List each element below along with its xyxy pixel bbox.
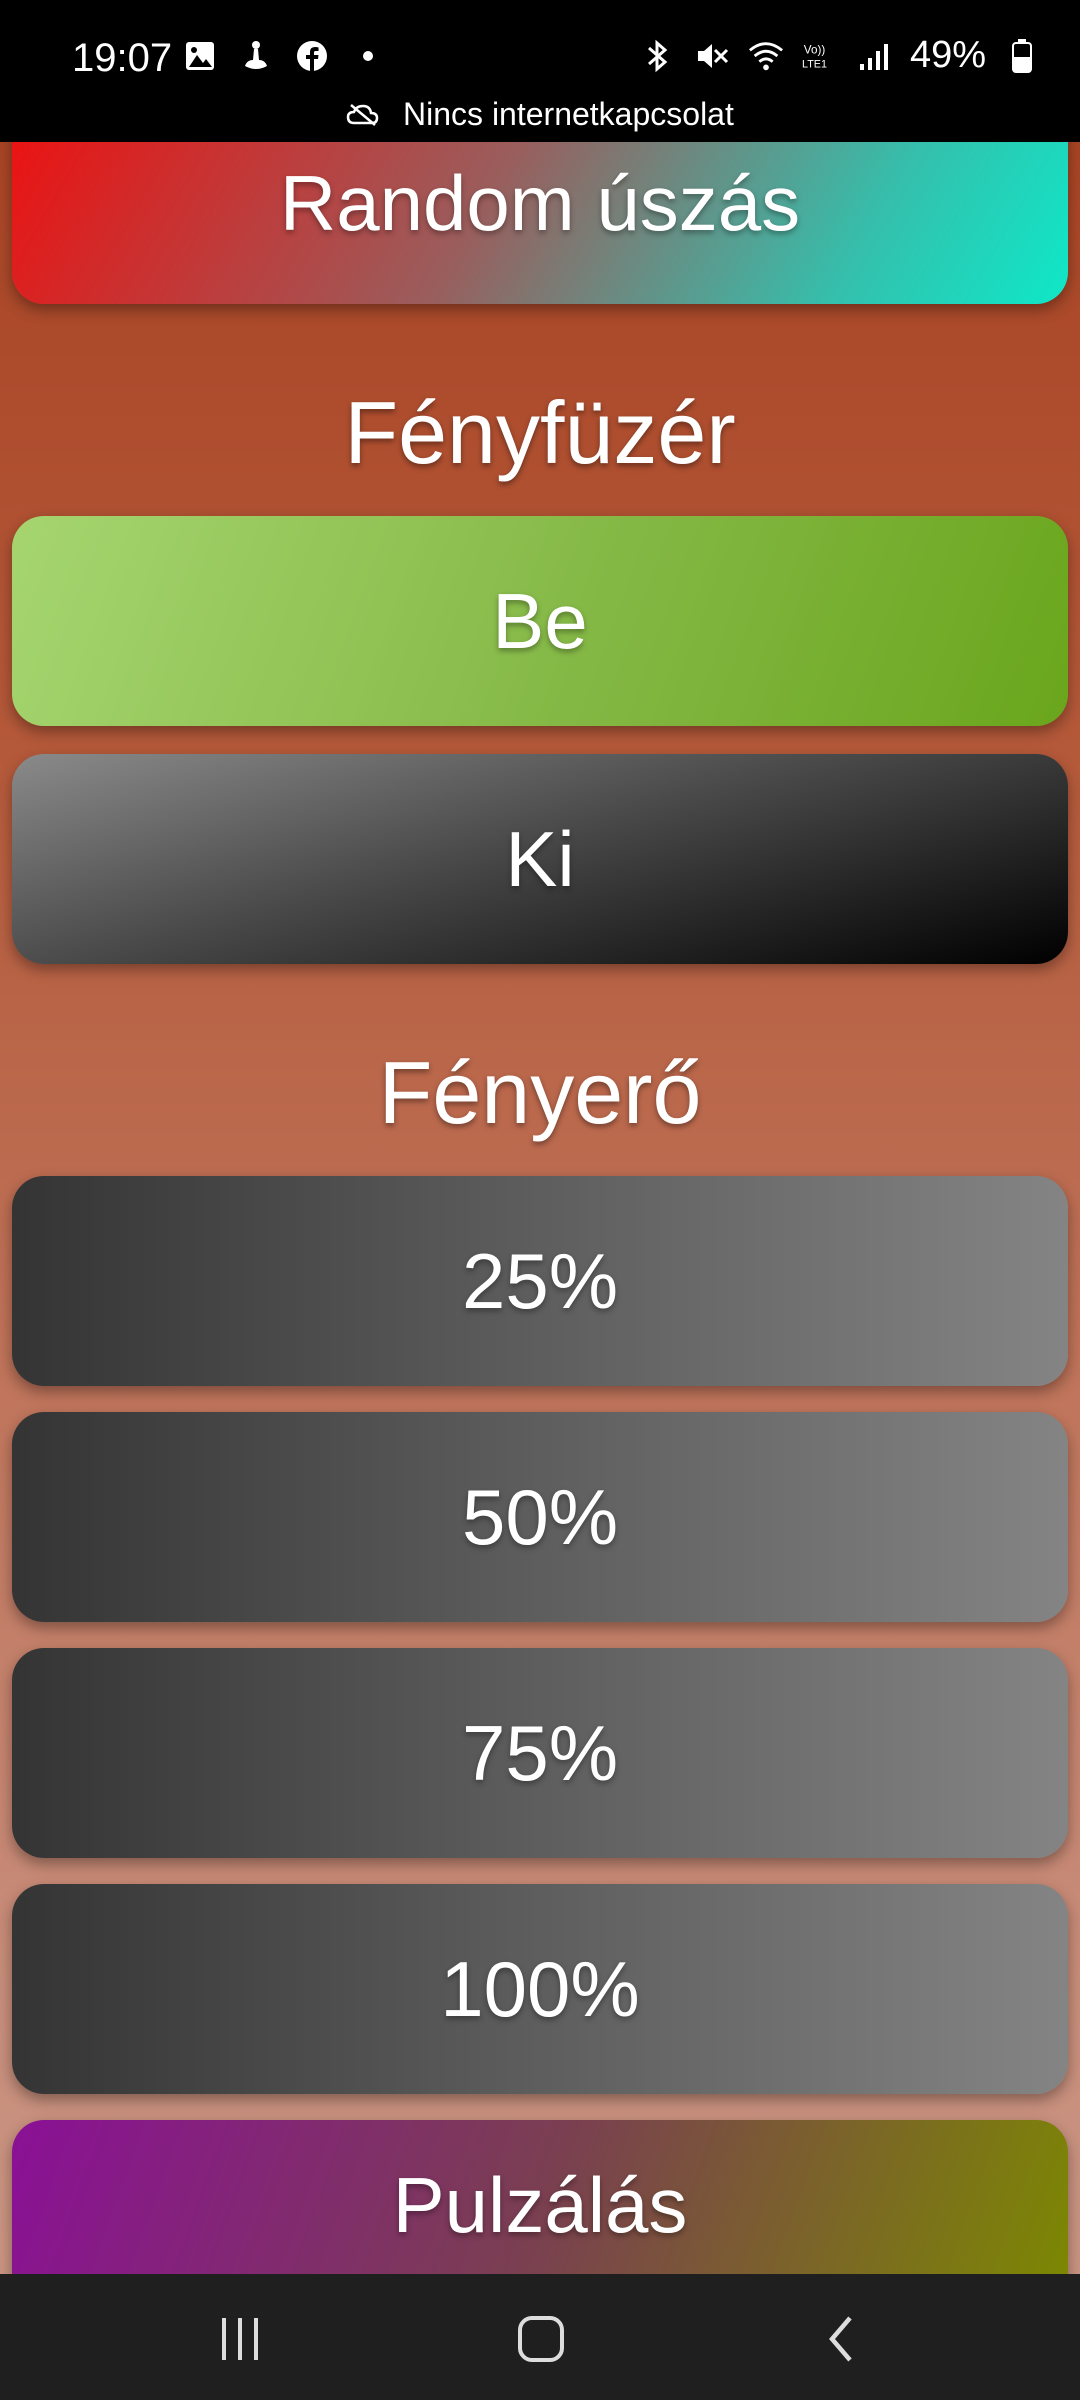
off-label: Ki — [505, 814, 575, 903]
brightness-75-button[interactable]: 75% — [12, 1648, 1068, 1858]
navigation-bar — [0, 2274, 1080, 2400]
battery-percent: 49% — [909, 34, 986, 76]
status-bar: 19:07 Vo)) LTE1 49% Nincs internetkapcso… — [0, 0, 1080, 142]
brightness-25-button[interactable]: 25% — [12, 1176, 1068, 1386]
facebook-icon — [294, 38, 330, 74]
brightness-100-label: 100% — [440, 1944, 640, 2033]
main-content: Random úszás Fényfüzér Be Ki Fényerő 25%… — [0, 142, 1080, 2274]
brightness-75-label: 75% — [461, 1708, 619, 1797]
light-string-heading: Fényfüzér — [344, 383, 736, 482]
dot-icon — [350, 38, 386, 74]
status-time: 19:07 — [72, 36, 173, 80]
wifi-icon — [748, 38, 784, 74]
bluetooth-icon — [640, 38, 676, 74]
volte-icon: Vo)) LTE1 — [802, 38, 838, 74]
notification-icons — [182, 38, 386, 74]
home-icon[interactable] — [512, 2314, 572, 2364]
brightness-50-button[interactable]: 50% — [12, 1412, 1068, 1622]
pulse-label: Pulzálás — [392, 2160, 688, 2249]
off-button[interactable]: Ki — [12, 754, 1068, 964]
back-icon[interactable] — [814, 2314, 874, 2364]
svg-text:LTE1: LTE1 — [802, 58, 827, 70]
no-internet-banner: Nincs internetkapcsolat — [0, 96, 1080, 135]
battery-icon — [1004, 38, 1040, 74]
random-swim-label: Random úszás — [279, 158, 801, 247]
on-label: Be — [492, 576, 588, 665]
pulse-button[interactable]: Pulzálás — [12, 2120, 1068, 2274]
random-swim-button[interactable]: Random úszás — [12, 142, 1068, 304]
brightness-50-label: 50% — [461, 1472, 619, 1561]
brightness-heading: Fényerő — [378, 1043, 702, 1142]
mute-icon — [694, 38, 730, 74]
brightness-25-label: 25% — [461, 1236, 619, 1325]
recents-icon[interactable] — [210, 2314, 270, 2364]
image-icon — [182, 38, 218, 74]
system-icons: Vo)) LTE1 49% — [640, 34, 1040, 77]
cloud-off-icon — [346, 98, 380, 135]
no-internet-text: Nincs internetkapcsolat — [403, 96, 734, 132]
on-button[interactable]: Be — [12, 516, 1068, 726]
svg-text:Vo)): Vo)) — [804, 43, 826, 56]
signal-icon — [856, 38, 892, 74]
anchor-icon — [238, 38, 274, 74]
brightness-100-button[interactable]: 100% — [12, 1884, 1068, 2094]
